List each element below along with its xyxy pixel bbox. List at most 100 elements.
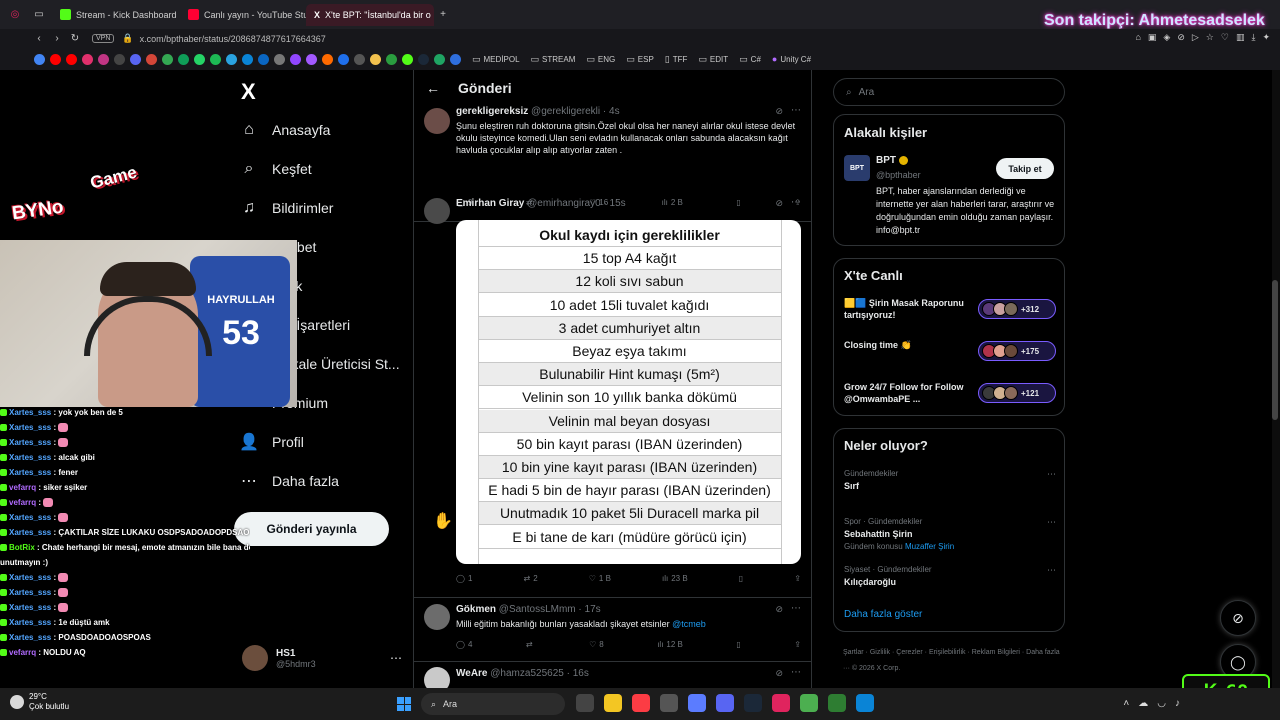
opera-icon[interactable] — [772, 694, 790, 712]
trend-item[interactable]: Spor · Gündemdekiler Sebahattin Şirin Günd… — [844, 517, 1056, 551]
s-bookmark-icon[interactable] — [370, 53, 381, 65]
spotify-bookmark-icon[interactable] — [210, 53, 221, 65]
chevron-up-icon[interactable]: ˄ — [1123, 698, 1129, 709]
show-more-link[interactable]: Daha fazla göster — [844, 609, 922, 620]
bookmark-button[interactable]: ▯ — [736, 640, 740, 649]
tweet-author[interactable]: Gökmen — [456, 604, 496, 615]
more-dots-icon[interactable]: ⋯ — [791, 105, 801, 116]
x-logo[interactable]: X — [241, 79, 256, 105]
reply-tweet[interactable]: Gökmen @SantossLMmm · 17s ⊘ ⋯ Milli eğit… — [414, 598, 811, 662]
bpt-handle[interactable]: @bpthaber — [876, 170, 921, 180]
share-button[interactable]: ⇪ — [794, 640, 801, 649]
chrome-bookmark-icon[interactable] — [386, 53, 397, 65]
tab-kick-dashboard[interactable]: Stream - Kick Dashboard — [52, 4, 180, 26]
gmail-bookmark-icon[interactable] — [146, 53, 157, 65]
blue-bookmark-icon[interactable] — [338, 53, 349, 65]
views-button[interactable]: ılı 23 B — [662, 574, 688, 583]
live-space-item[interactable]: Grow 24/7 Follow for Follow @OmwambaPE .… — [844, 381, 1056, 405]
bookmark-star-icon[interactable]: ☆ — [1206, 32, 1214, 43]
grok-icon[interactable]: ⊘ — [775, 106, 783, 117]
views-button[interactable]: ılı 12 B — [657, 640, 683, 649]
tweet-handle[interactable]: @hamza525625 — [490, 668, 564, 679]
tweet-handle[interactable]: @gerekligerekli — [531, 106, 600, 117]
bookmark-folder-esp[interactable]: ▭ ESP — [626, 54, 654, 65]
back-arrow-icon[interactable]: ← — [426, 80, 440, 96]
repost-button[interactable]: ⇄ — [526, 640, 536, 649]
avatar[interactable] — [424, 198, 450, 224]
discord-icon[interactable] — [716, 694, 734, 712]
chrome-profile-icon[interactable] — [828, 694, 846, 712]
tweet-handle[interactable]: @SantossLMmm — [499, 604, 576, 615]
file-explorer-icon[interactable] — [604, 694, 622, 712]
x-bookmark-icon[interactable] — [114, 53, 125, 65]
like-button[interactable]: ♡ 1 B — [589, 574, 611, 583]
nav-item-9[interactable]: ⋯ Daha fazla — [240, 461, 410, 500]
vs-icon[interactable] — [688, 694, 706, 712]
linkedin-bookmark-icon[interactable] — [258, 53, 269, 65]
edge-icon[interactable] — [856, 694, 874, 712]
trend-item[interactable]: Gündemdekiler Sırf ⋯ — [844, 469, 1056, 491]
more-dots-icon[interactable]: ⋯ — [1047, 469, 1056, 480]
back-arrow-icon[interactable]: ‹ — [30, 33, 48, 44]
search-box[interactable]: ⌕ Ara — [833, 78, 1065, 106]
tweet-time[interactable]: · 16s — [567, 668, 589, 679]
heart-icon[interactable]: ♡ — [1221, 32, 1229, 43]
cloud-tray-icon[interactable]: ☁ — [1138, 698, 1148, 709]
tweet-author[interactable]: WeAre — [456, 668, 488, 679]
download-icon[interactable]: ⤓ — [1251, 32, 1255, 43]
k-bookmark-icon[interactable] — [402, 53, 413, 65]
more-dots-icon[interactable]: ⋯ — [390, 651, 402, 665]
tab-youtube-studio[interactable]: Canlı yayın - YouTube Studio — [180, 4, 306, 26]
chat-username[interactable]: Xartes_sss — [9, 603, 51, 612]
orange-bookmark-icon[interactable] — [322, 53, 333, 65]
bookmark-button[interactable]: ▯ — [739, 574, 743, 583]
bookmark-folder-tff[interactable]: ▯ TFF — [665, 54, 688, 65]
forward-arrow-icon[interactable]: › — [48, 33, 66, 44]
app-bookmark-icon[interactable] — [98, 53, 109, 65]
chat-username[interactable]: Xartes_sss — [9, 588, 51, 597]
live-space-item[interactable]: 🟨🟦 Şirin Masak Raporunu tartışıyoruz! +31… — [844, 297, 1056, 321]
footer-links[interactable]: Şartlar · Gizlilik · Çerezler · Erişileb… — [843, 645, 1063, 677]
grok-icon[interactable]: ⊘ — [775, 604, 783, 615]
follow-button[interactable]: Takip et — [996, 158, 1054, 179]
tweet-handle[interactable]: @emirhangiray0 — [527, 198, 601, 209]
chat-username[interactable]: Xartes_sss — [9, 408, 51, 417]
scrollbar-thumb[interactable] — [1272, 280, 1278, 420]
bookmark-folder-stream[interactable]: ▭ STREAM — [531, 54, 576, 65]
tweet-author[interactable]: gerekligereksiz — [456, 106, 528, 117]
share-button[interactable]: ⇪ — [794, 574, 801, 583]
youtube-bookmark-icon[interactable] — [50, 53, 61, 65]
wp-bookmark-icon[interactable] — [354, 53, 365, 65]
chat-username[interactable]: Xartes_sss — [9, 423, 51, 432]
play-icon[interactable]: ▷ — [1192, 32, 1199, 43]
whatsapp-bookmark-icon[interactable] — [194, 53, 205, 65]
camera-icon[interactable]: ▣ — [1148, 32, 1157, 43]
figma-bookmark-icon[interactable] — [306, 53, 317, 65]
bookmark-folder-unity[interactable]: ● Unity C# — [772, 54, 811, 64]
browser-menu-icon[interactable]: ◎ — [6, 9, 24, 20]
bookmark-folder-medipol[interactable]: ▭ MEDİPOL — [472, 54, 520, 65]
url-field[interactable]: x.com/bpthaber/status/208687487761766436… — [140, 34, 326, 44]
chat-username[interactable]: vefarrq — [9, 483, 36, 492]
extension-icon[interactable]: ⌂ — [1135, 32, 1140, 43]
tweet-image-requirements-table[interactable]: Okul kaydı için gereklilikler 15 top A4 k… — [456, 220, 801, 564]
live-space-item[interactable]: Closing time 👏 +175 — [844, 339, 1056, 363]
windows-start-icon[interactable] — [397, 697, 411, 711]
google-bookmark-icon[interactable] — [34, 53, 45, 65]
taskbar-search-input[interactable]: Ara — [443, 699, 457, 709]
edge-bookmark-icon[interactable] — [242, 53, 253, 65]
nav-item-8[interactable]: 👤 Profil — [239, 422, 410, 461]
shield-icon[interactable]: ◈ — [1163, 32, 1170, 43]
chat-username[interactable]: BotRix — [9, 543, 35, 552]
chat-username[interactable]: vefarrq — [9, 648, 36, 657]
tweet-time[interactable]: · 17s — [578, 604, 600, 615]
steam-icon[interactable] — [744, 694, 762, 712]
vpn-badge[interactable]: VPN — [92, 34, 115, 43]
reply-tweet[interactable]: Emirhan Giray @emirhangiray0 · 15s ⊘ ⋯ O… — [414, 192, 811, 598]
grok-icon[interactable]: ⊘ — [775, 668, 783, 679]
more-dots-icon[interactable]: ⋯ — [1047, 565, 1056, 576]
account-switcher[interactable]: HS1 @5hdmr3 ⋯ — [242, 645, 402, 671]
reload-icon[interactable]: ↻ — [66, 33, 84, 44]
chrome-icon[interactable] — [800, 694, 818, 712]
trend-topic-link[interactable]: Muzaffer Şirin — [905, 542, 954, 551]
